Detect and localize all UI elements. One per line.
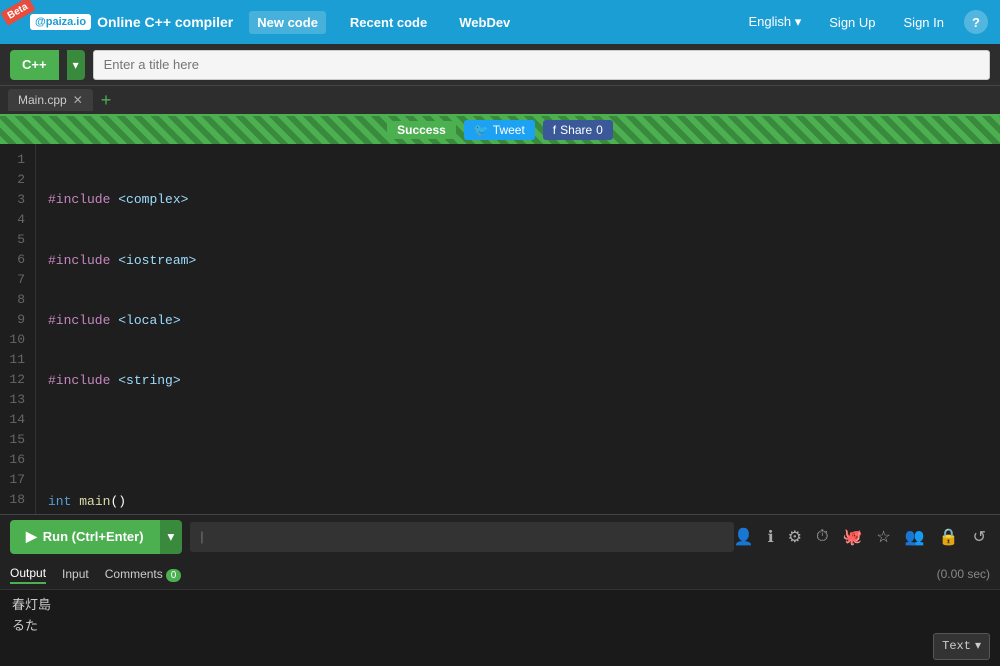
nav-webdev[interactable]: WebDev — [451, 11, 518, 34]
nav-new-code[interactable]: New code — [249, 11, 326, 34]
code-content[interactable]: #include <complex> #include <iostream> #… — [36, 144, 1000, 514]
comments-count-badge: 0 — [166, 569, 182, 582]
tab-label: Main.cpp — [18, 93, 67, 107]
star-icon[interactable]: ☆ — [876, 527, 890, 547]
tab-close-icon[interactable]: ✕ — [73, 94, 83, 106]
nav-right: English ▾ Sign Up Sign In ? — [740, 10, 988, 34]
output-line-1: 春灯島 — [12, 596, 988, 617]
output-tab-output[interactable]: Output — [10, 564, 46, 584]
nav-recent-code[interactable]: Recent code — [342, 11, 435, 34]
user-icon[interactable]: 👤 — [734, 527, 754, 547]
dropdown-chevron-icon: ▾ — [975, 637, 981, 656]
bottom-icons: 👤 ℹ ⚙ ⏱ 🐙 ☆ 👥 🔒 ↺ — [734, 527, 990, 547]
nav-english[interactable]: English ▾ — [740, 10, 809, 34]
text-format-dropdown[interactable]: Text ▾ — [933, 633, 990, 660]
run-label: Run (Ctrl+Enter) — [43, 529, 144, 544]
help-button[interactable]: ? — [964, 10, 988, 34]
run-button[interactable]: ▶ Run (Ctrl+Enter) — [10, 520, 160, 554]
run-dropdown[interactable]: ▾ — [160, 520, 183, 554]
code-editor[interactable]: 12345 678910 1112131415 1617181920 21222… — [0, 144, 1000, 514]
play-icon: ▶ — [26, 528, 37, 545]
output-timing: (0.00 sec) — [937, 567, 990, 581]
bottom-section: Output Input Comments0 (0.00 sec) 春灯島 るた… — [0, 558, 1000, 666]
output-tab-input[interactable]: Input — [62, 565, 89, 583]
stdin-input[interactable] — [190, 522, 733, 552]
tab-main-cpp[interactable]: Main.cpp ✕ — [8, 89, 93, 111]
team-icon[interactable]: 👥 — [905, 527, 925, 547]
nav-signup[interactable]: Sign Up — [821, 11, 883, 34]
tab-add-button[interactable]: + — [97, 91, 116, 109]
top-navigation: Beta @paiza.io Online C++ compiler New c… — [0, 0, 1000, 44]
refresh-icon[interactable]: ↺ — [973, 527, 986, 547]
title-input[interactable] — [93, 50, 990, 80]
info-icon[interactable]: ℹ — [768, 527, 774, 547]
line-numbers: 12345 678910 1112131415 1617181920 21222… — [0, 144, 36, 514]
success-badge: Success — [387, 121, 456, 139]
tweet-label: Tweet — [493, 123, 525, 137]
tweet-button[interactable]: 🐦 Tweet — [464, 120, 535, 140]
language-dropdown[interactable]: ▾ — [67, 50, 85, 80]
site-title: Online C++ compiler — [97, 14, 233, 30]
bottom-toolbar: ▶ Run (Ctrl+Enter) ▾ 👤 ℹ ⚙ ⏱ 🐙 ☆ 👥 🔒 ↺ — [0, 514, 1000, 558]
status-bar: Success 🐦 Tweet f Share 0 — [0, 116, 1000, 144]
facebook-share-button[interactable]: f Share 0 — [543, 120, 613, 140]
settings-icon[interactable]: ⚙ — [788, 527, 802, 547]
output-content: 春灯島 るた Text ▾ — [0, 590, 1000, 666]
twitter-icon: 🐦 — [474, 123, 489, 137]
output-tab-comments[interactable]: Comments0 — [105, 565, 182, 583]
tab-row: Main.cpp ✕ + — [0, 86, 1000, 116]
clock-icon[interactable]: ⏱ — [816, 528, 828, 546]
language-button[interactable]: C++ — [10, 50, 59, 80]
nav-signin[interactable]: Sign In — [896, 11, 952, 34]
facebook-icon: f — [553, 123, 556, 137]
lock-icon[interactable]: 🔒 — [939, 527, 959, 547]
logo-icon: @paiza.io — [30, 14, 91, 30]
share-count: 0 — [596, 123, 603, 137]
share-label: Share — [560, 123, 592, 137]
text-label: Text — [942, 637, 971, 656]
github-icon[interactable]: 🐙 — [842, 527, 862, 547]
logo-area: @paiza.io Online C++ compiler — [30, 14, 233, 30]
output-line-2: るた — [12, 617, 988, 638]
output-tabs: Output Input Comments0 (0.00 sec) — [0, 558, 1000, 590]
toolbar-row: C++ ▾ — [0, 44, 1000, 86]
